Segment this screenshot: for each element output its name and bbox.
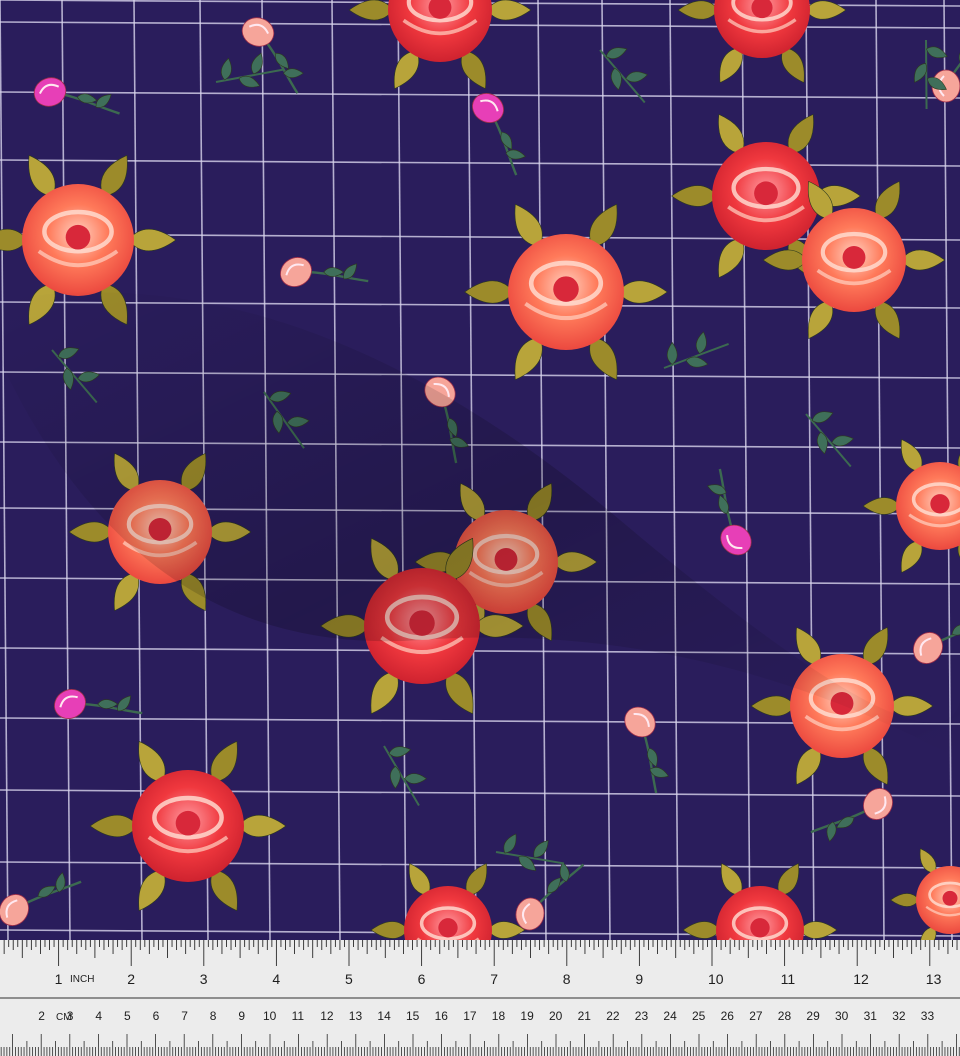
cm-number: 4 bbox=[95, 1009, 102, 1023]
fabric-print bbox=[0, 0, 960, 940]
cm-number: 21 bbox=[578, 1009, 592, 1023]
cm-number: 28 bbox=[778, 1009, 792, 1023]
inch-unit-label: INCH bbox=[70, 974, 94, 985]
cm-number: 26 bbox=[721, 1009, 735, 1023]
inch-number: 10 bbox=[708, 971, 724, 987]
cm-number: 19 bbox=[520, 1009, 534, 1023]
rose-center bbox=[553, 276, 579, 302]
rose-center bbox=[930, 494, 950, 514]
cm-number: 32 bbox=[892, 1009, 906, 1023]
cm-number: 2 bbox=[38, 1009, 45, 1023]
rose-center bbox=[942, 890, 958, 906]
cm-number: 8 bbox=[210, 1009, 217, 1023]
rose-center bbox=[438, 918, 458, 938]
cm-number: 7 bbox=[181, 1009, 188, 1023]
cm-number: 23 bbox=[635, 1009, 649, 1023]
cm-number: 27 bbox=[749, 1009, 763, 1023]
inch-number: 7 bbox=[490, 971, 498, 987]
cm-number: 24 bbox=[663, 1009, 677, 1023]
cm-number: 13 bbox=[349, 1009, 363, 1023]
inch-number: 9 bbox=[635, 971, 643, 987]
cm-number: 22 bbox=[606, 1009, 620, 1023]
cm-number: 12 bbox=[320, 1009, 334, 1023]
cm-number: 5 bbox=[124, 1009, 131, 1023]
cm-number: 31 bbox=[864, 1009, 878, 1023]
rose-center bbox=[842, 245, 866, 269]
inch-number: 5 bbox=[345, 971, 353, 987]
cm-number: 33 bbox=[921, 1009, 935, 1023]
inch-number: 6 bbox=[418, 971, 426, 987]
rose-center bbox=[754, 181, 778, 206]
cm-number: 11 bbox=[292, 1009, 305, 1023]
inch-number: 2 bbox=[127, 971, 135, 987]
fabric-swatch-photo: INCH CM 1 2 3 4 5 6 7 8 9 10 11 12 13 2 3 4 5 6 7 8 9 10 11 12 1… bbox=[0, 0, 960, 1056]
measuring-ruler: INCH CM 1 2 3 4 5 6 7 8 9 10 11 12 132 3 4 5 6 7 8 9 10 11 12 1… bbox=[0, 940, 960, 1056]
cm-number: 14 bbox=[377, 1009, 391, 1023]
inch-number: 12 bbox=[853, 971, 869, 987]
cm-number: 3 bbox=[67, 1009, 74, 1023]
rose-center bbox=[175, 810, 201, 836]
cm-number: 10 bbox=[263, 1009, 277, 1023]
rose-center bbox=[750, 918, 770, 938]
cm-number: 18 bbox=[492, 1009, 506, 1023]
inch-number: 4 bbox=[272, 971, 280, 987]
inch-number: 1 bbox=[55, 971, 63, 987]
inch-number: 13 bbox=[926, 971, 942, 987]
inch-number: 8 bbox=[563, 971, 571, 987]
cm-number: 15 bbox=[406, 1009, 420, 1023]
cm-number: 9 bbox=[238, 1009, 245, 1023]
cm-number: 17 bbox=[463, 1009, 477, 1023]
cm-number: 25 bbox=[692, 1009, 706, 1023]
inch-number: 3 bbox=[200, 971, 208, 987]
rose-center bbox=[65, 224, 91, 250]
inch-number: 11 bbox=[781, 971, 796, 987]
cm-number: 30 bbox=[835, 1009, 849, 1023]
cm-number: 6 bbox=[153, 1009, 160, 1023]
cm-number: 29 bbox=[806, 1009, 820, 1023]
cm-number: 20 bbox=[549, 1009, 563, 1023]
cm-number: 16 bbox=[435, 1009, 449, 1023]
